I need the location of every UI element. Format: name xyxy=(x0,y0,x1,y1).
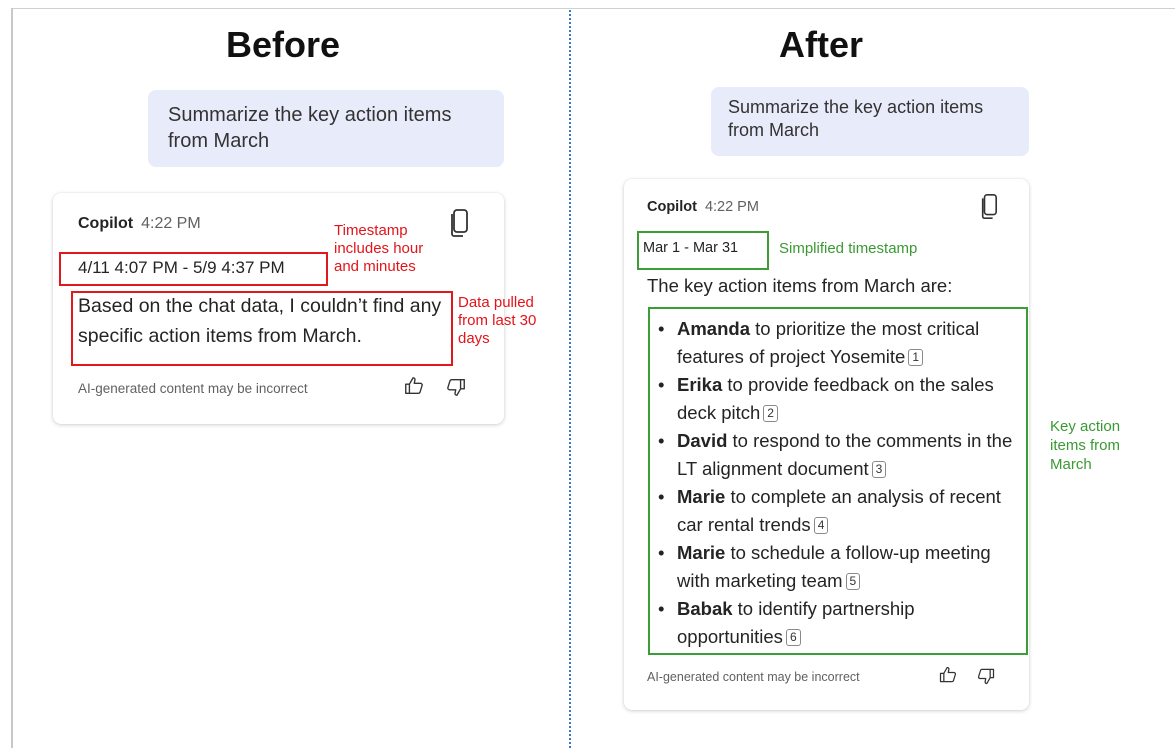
after-intro-text: The key action items from March are: xyxy=(647,275,953,296)
action-items-highlight-box xyxy=(648,307,1028,655)
sender-name: Copilot xyxy=(647,199,697,215)
before-prompt-bubble: Summarize the key action items from Marc… xyxy=(148,90,504,167)
timestamp-note: Timestamp includes hour and minutes xyxy=(334,222,424,275)
after-card-header: Copilot 4:22 PM xyxy=(647,199,759,215)
ai-disclaimer: AI-generated content may be incorrect xyxy=(78,381,308,396)
frame-top-border xyxy=(11,8,1175,9)
message-time: 4:22 PM xyxy=(704,199,759,215)
before-title: Before xyxy=(226,24,341,65)
thumbs-up-icon[interactable] xyxy=(938,665,958,685)
action-items-note: Key action items from March xyxy=(1050,418,1121,473)
sender-name: Copilot xyxy=(78,215,134,232)
timestamp-highlight-box xyxy=(637,231,769,270)
response-highlight-box xyxy=(71,291,453,366)
after-title: After xyxy=(779,24,864,65)
simplified-timestamp-note: Simplified timestamp xyxy=(779,240,918,257)
thumbs-down-icon[interactable] xyxy=(445,376,467,398)
copy-icon[interactable] xyxy=(980,193,998,220)
frame-left-border xyxy=(11,8,13,748)
copy-icon[interactable] xyxy=(449,208,469,238)
data-range-note: Data pulled from last 30 days xyxy=(458,294,537,347)
timestamp-highlight-box xyxy=(59,252,328,286)
thumbs-down-icon[interactable] xyxy=(976,666,996,686)
after-prompt-text: Summarize the key action items from Marc… xyxy=(728,97,984,141)
before-card-header: Copilot 4:22 PM xyxy=(78,215,201,233)
ai-disclaimer: AI-generated content may be incorrect xyxy=(647,670,860,684)
panel-divider xyxy=(569,10,571,748)
before-prompt-text: Summarize the key action items from Marc… xyxy=(168,104,452,152)
after-prompt-bubble: Summarize the key action items from Marc… xyxy=(711,87,1029,156)
message-time: 4:22 PM xyxy=(141,215,201,232)
thumbs-up-icon[interactable] xyxy=(403,375,425,397)
